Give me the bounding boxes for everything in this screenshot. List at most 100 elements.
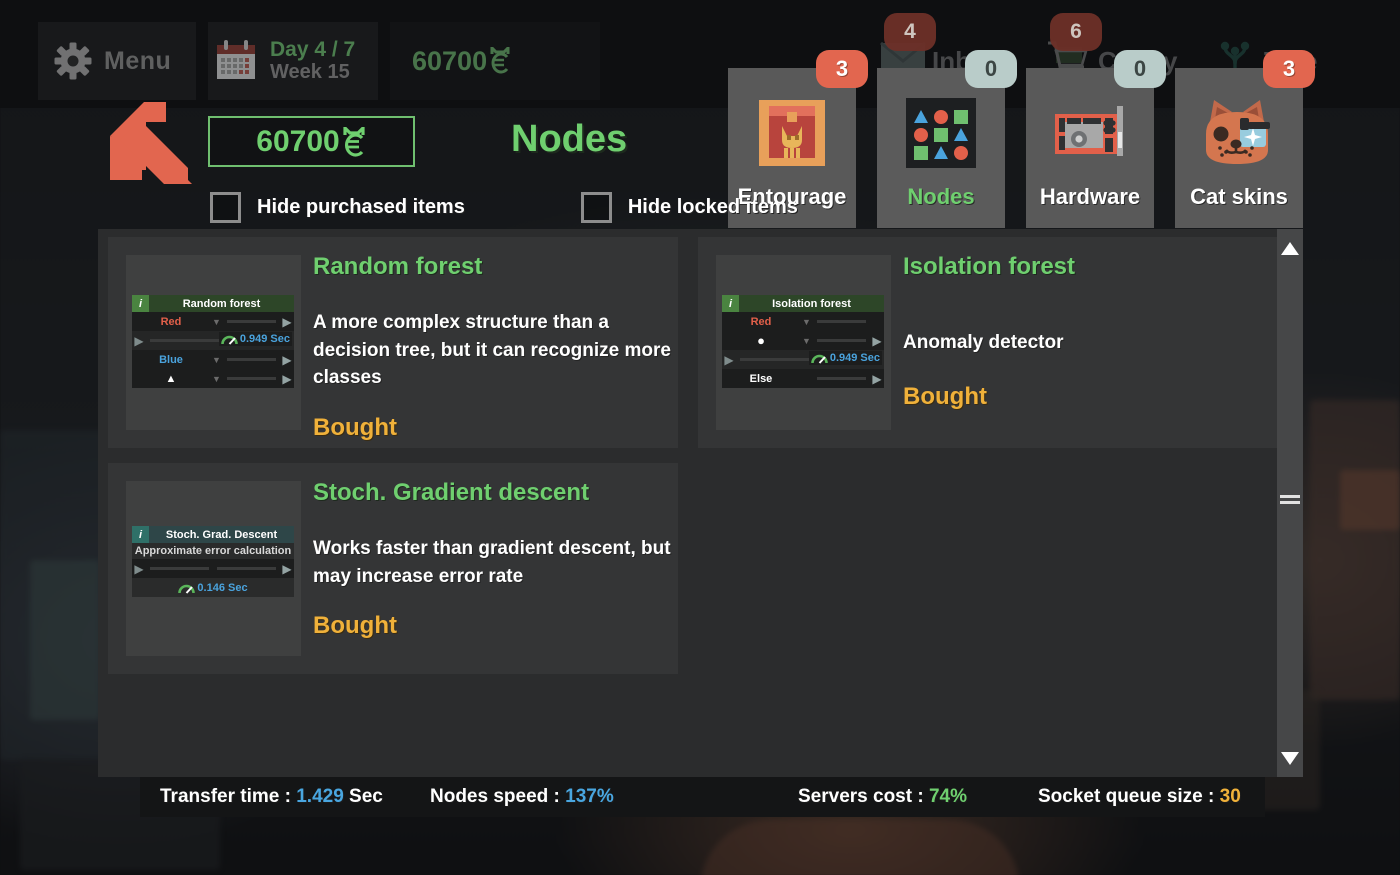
shop-item-card[interactable]: i Stoch. Grad. Descent Approximate error… [108,463,678,674]
checkbox-hide-purchased[interactable] [210,192,241,223]
nodes-shapes-grid-icon [900,92,982,174]
node-preview-widget: i Stoch. Grad. Descent Approximate error… [132,526,294,597]
tab-cat-skins[interactable]: Cat skins 3 [1175,50,1315,228]
hide-locked-items[interactable]: Hide locked items [580,192,798,223]
stat-value: 30 [1219,786,1241,807]
connector-out-icon: ▶ [282,314,292,329]
node-speed-value: 0.949 Sec [239,333,290,345]
gear-icon [54,42,92,80]
tab-badge-cat-skins: 3 [1263,50,1315,88]
menu-label: Menu [104,46,172,75]
tab-label-nodes: Nodes [907,184,975,209]
stat-value: 137% [565,786,614,807]
tab-hardware[interactable]: Hardware 0 [1026,50,1166,228]
item-preview-thumbnail: i Random forest Red ▼ ▶ ▶ 0.949 Sec Blue… [126,255,301,430]
node-row-label: Else [749,372,773,385]
node-widget-subtitle: Approximate error calculation [132,543,294,559]
connector-out-icon: ▶ [282,561,292,576]
stat-value: 74% [928,786,967,807]
bottom-status-bar: Transfer time : 1.429 Sec Nodes speed : … [140,777,1265,817]
stat-label: Socket queue size : [1038,786,1220,807]
node-row-connector [227,358,276,361]
stat-socket-queue-size: Socket queue size : 30 [1038,786,1241,808]
item-description: A more complex structure than a decision… [313,312,671,389]
chevron-down-icon: ▼ [212,316,221,327]
filter-label: Hide purchased items [257,196,465,218]
money-amount: 60700 [256,124,340,158]
item-preview-thumbnail: i Isolation forest Red ▼ ▶ ● ▼ [716,255,891,430]
stat-suffix: Sec [343,786,383,807]
scroll-up-arrow-icon[interactable] [1277,235,1303,261]
chevron-down-icon: ▼ [212,373,221,384]
tab-nodes[interactable]: Nodes 0 [877,50,1017,228]
graphics-card-icon [1049,92,1131,174]
connector-out-icon: ▶ [872,371,882,386]
checkbox-hide-locked[interactable] [580,192,612,223]
ghost-badge-cpay: 6 [1050,13,1102,51]
node-preview-widget: i Random forest Red ▼ ▶ ▶ 0.949 Sec Blue… [132,295,294,388]
stat-transfer-time: Transfer time : 1.429 Sec [160,786,383,808]
node-widget-row: 0.146 Sec [132,578,294,597]
week-counter: Week 15 [270,60,350,83]
info-icon[interactable]: i [132,295,149,312]
back-arrow-icon[interactable] [106,98,206,184]
stat-value: 1.429 [296,786,344,807]
tab-badge-nodes: 0 [965,50,1017,88]
stat-label: Nodes speed : [430,786,566,807]
item-description: Anomaly detector [903,332,1064,353]
node-row-label: Blue [159,353,183,366]
game-shop-screen: Menu Day 4 / 7 Week 15 60700 4 C. 6 Ento… [0,0,1400,875]
calendar-icon [214,40,258,82]
info-icon[interactable]: i [722,295,739,312]
cat-coin-icon [341,123,367,157]
node-row-connector [817,377,866,380]
node-speed-readout: 0.146 Sec [176,581,249,595]
node-speed-readout: 0.949 Sec [218,332,292,346]
node-row-connector [817,339,866,342]
cat-face-icon [1198,92,1280,174]
node-row-label: Red [750,315,772,328]
node-row-connector [217,567,276,570]
shop-item-card[interactable]: i Random forest Red ▼ ▶ ▶ 0.949 Sec Blue… [108,237,678,448]
node-row-connector [227,320,276,323]
chevron-down-icon: ▼ [802,335,811,346]
node-preview-widget: i Isolation forest Red ▼ ▶ ● ▼ [722,295,884,388]
node-row-label: ▲ [165,372,177,385]
calendar-chip[interactable]: Day 4 / 7 Week 15 [208,22,378,100]
item-description: Works faster than gradient descent, but … [313,538,671,587]
item-status-badge: Bought [903,382,987,410]
shop-item-card[interactable]: i Isolation forest Red ▼ ▶ ● ▼ [698,237,1278,448]
node-speed-readout: 0.949 Sec [808,351,882,365]
node-widget-row: Else ▼ ▶ [722,369,884,388]
menu-button[interactable]: Menu [38,22,196,100]
treasure-chest-cat-icon [751,92,833,174]
shop-items-list[interactable]: i Random forest Red ▼ ▶ ▶ 0.949 Sec Blue… [108,237,1278,769]
speedometer-icon [811,352,828,364]
info-icon[interactable]: i [132,526,149,543]
item-status-badge: Bought [313,612,397,640]
hide-purchased-items[interactable]: Hide purchased items [210,192,465,223]
scroll-grip-icon[interactable] [1280,495,1300,505]
money-balance-box: 60700 [208,116,415,167]
stat-label: Servers cost : [798,786,929,807]
shop-items-panel: i Random forest Red ▼ ▶ ▶ 0.949 Sec Blue… [98,229,1303,777]
scroll-down-arrow-icon[interactable] [1277,745,1303,771]
speedometer-icon [178,582,196,594]
item-status-badge: Bought [313,413,397,441]
node-widget-title: Stoch. Grad. Descent [165,528,278,541]
item-title: Isolation forest [903,253,1076,280]
page-title: Nodes [511,118,628,160]
node-row-connector [227,377,276,380]
node-widget-row: ● ▼ ▶ [722,331,884,350]
chevron-down-icon: ▼ [802,316,811,327]
stat-nodes-speed: Nodes speed : 137% [430,786,614,808]
panel-scrollbar[interactable] [1277,229,1303,777]
item-title: Random forest [313,253,483,280]
tab-badge-hardware: 0 [1114,50,1166,88]
node-speed-value: 0.949 Sec [829,352,880,364]
node-widget-row: Red ▼ ▶ [132,312,294,331]
node-row-connector [817,320,866,323]
connector-in-icon: ▶ [134,561,144,576]
node-row-label: Red [160,315,182,328]
node-widget-row: Red ▼ ▶ [722,312,884,331]
